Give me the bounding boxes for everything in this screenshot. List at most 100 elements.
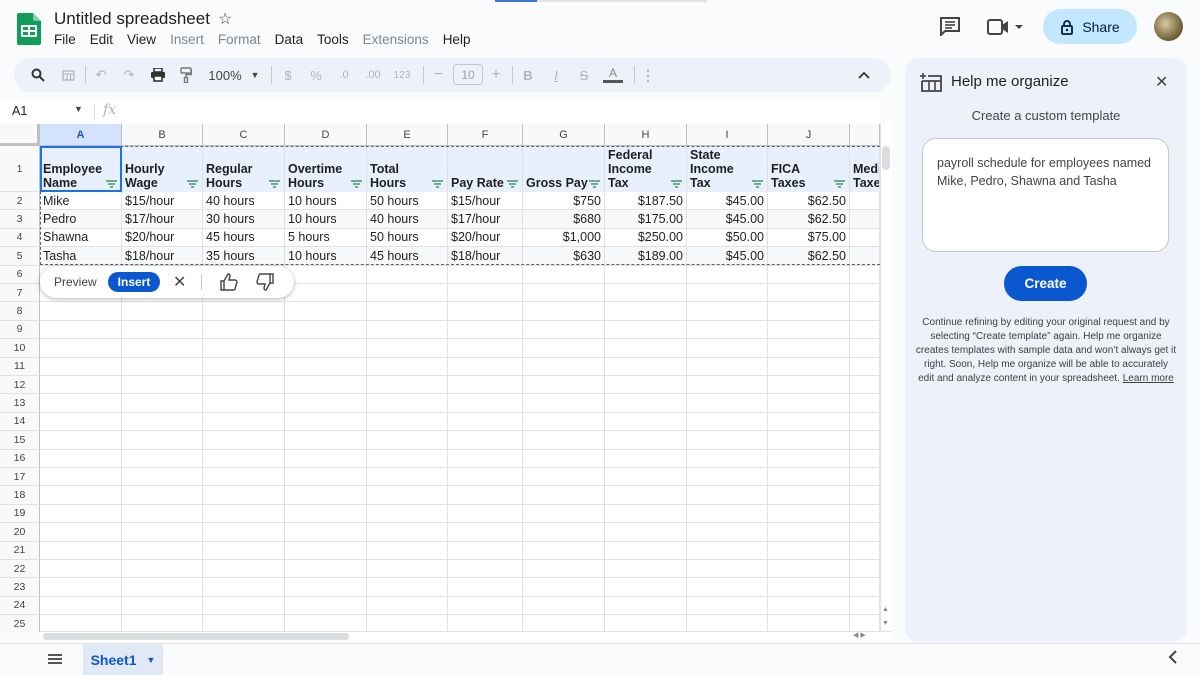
header-cell[interactable]: FICA Taxes: [768, 146, 850, 192]
empty-cell[interactable]: [285, 468, 367, 487]
empty-cell[interactable]: [203, 468, 285, 487]
table-cell[interactable]: [850, 247, 880, 266]
empty-cell[interactable]: [605, 523, 687, 542]
empty-cell[interactable]: [285, 523, 367, 542]
table-cell[interactable]: $62.50: [768, 247, 850, 266]
table-cell[interactable]: $17/hour: [122, 210, 203, 229]
empty-cell[interactable]: [687, 504, 768, 524]
empty-cell[interactable]: [768, 596, 850, 616]
insert-button[interactable]: Insert: [108, 272, 160, 292]
empty-cell[interactable]: [122, 578, 203, 597]
empty-cell[interactable]: [285, 265, 367, 284]
empty-cell[interactable]: [850, 615, 880, 632]
empty-cell[interactable]: [523, 560, 605, 579]
table-cell[interactable]: $45.00: [687, 192, 768, 211]
empty-cell[interactable]: [687, 284, 768, 303]
empty-cell[interactable]: [523, 523, 605, 542]
column-header[interactable]: E: [367, 124, 448, 146]
row-header[interactable]: 23: [0, 578, 40, 597]
empty-cell[interactable]: [448, 578, 523, 597]
empty-cell[interactable]: [850, 339, 880, 358]
header-cell[interactable]: Overtime Hours: [285, 146, 367, 192]
horizontal-scroll-thumb[interactable]: [43, 633, 349, 640]
table-cell[interactable]: Mike: [40, 192, 122, 211]
empty-cell[interactable]: [768, 320, 850, 340]
empty-cell[interactable]: [448, 339, 523, 358]
empty-cell[interactable]: [687, 541, 768, 560]
empty-cell[interactable]: [523, 468, 605, 487]
table-cell[interactable]: 40 hours: [367, 210, 448, 229]
empty-cell[interactable]: [687, 302, 768, 321]
header-cell[interactable]: Employee Name: [40, 146, 122, 192]
empty-cell[interactable]: [523, 284, 605, 303]
table-cell[interactable]: $1,000: [523, 228, 605, 248]
select-all-corner[interactable]: [0, 124, 40, 146]
header-cell[interactable]: Total Hours: [367, 146, 448, 192]
print-icon[interactable]: [148, 58, 168, 92]
table-icon[interactable]: [58, 58, 78, 92]
comment-icon[interactable]: [939, 16, 961, 36]
empty-cell[interactable]: [203, 578, 285, 597]
row-header[interactable]: 4: [0, 228, 40, 248]
empty-cell[interactable]: [768, 376, 850, 395]
empty-cell[interactable]: [523, 541, 605, 560]
empty-cell[interactable]: [768, 302, 850, 321]
empty-cell[interactable]: [687, 339, 768, 358]
empty-cell[interactable]: [122, 560, 203, 579]
empty-cell[interactable]: [850, 265, 880, 284]
empty-cell[interactable]: [203, 376, 285, 395]
close-icon[interactable]: ✕: [173, 272, 186, 292]
table-cell[interactable]: 50 hours: [367, 228, 448, 248]
column-header[interactable]: H: [605, 124, 687, 146]
empty-cell[interactable]: [687, 357, 768, 376]
menu-edit[interactable]: Edit: [90, 32, 113, 47]
empty-cell[interactable]: [687, 596, 768, 616]
row-header[interactable]: 19: [0, 504, 40, 524]
empty-cell[interactable]: [768, 265, 850, 284]
header-cell[interactable]: State Income Tax: [687, 146, 768, 192]
horizontal-scroll-arrows[interactable]: ◀ ▶: [853, 631, 866, 639]
empty-cell[interactable]: [768, 486, 850, 505]
chevron-down-icon[interactable]: ▼: [147, 655, 156, 665]
empty-cell[interactable]: [285, 596, 367, 616]
row-header[interactable]: 1: [0, 146, 40, 192]
column-header[interactable]: I: [687, 124, 768, 146]
empty-cell[interactable]: [285, 431, 367, 450]
row-header[interactable]: 3: [0, 210, 40, 229]
menu-view[interactable]: View: [127, 32, 156, 47]
empty-cell[interactable]: [523, 320, 605, 340]
empty-cell[interactable]: [687, 468, 768, 487]
empty-cell[interactable]: [367, 504, 448, 524]
increase-font-size-icon[interactable]: +: [488, 58, 504, 92]
empty-cell[interactable]: [850, 578, 880, 597]
empty-cell[interactable]: [687, 431, 768, 450]
empty-cell[interactable]: [768, 468, 850, 487]
row-header[interactable]: 13: [0, 394, 40, 413]
text-color-button[interactable]: A: [602, 58, 624, 92]
empty-cell[interactable]: [122, 431, 203, 450]
empty-cell[interactable]: [605, 284, 687, 303]
empty-cell[interactable]: [850, 412, 880, 432]
empty-cell[interactable]: [367, 486, 448, 505]
table-cell[interactable]: $189.00: [605, 247, 687, 266]
empty-cell[interactable]: [523, 504, 605, 524]
empty-cell[interactable]: [605, 394, 687, 413]
empty-cell[interactable]: [367, 578, 448, 597]
empty-cell[interactable]: [367, 596, 448, 616]
empty-cell[interactable]: [285, 394, 367, 413]
table-cell[interactable]: 50 hours: [367, 192, 448, 211]
number-format-button[interactable]: 123: [390, 58, 414, 92]
table-cell[interactable]: Tasha: [40, 247, 122, 266]
menu-file[interactable]: File: [54, 32, 76, 47]
table-cell[interactable]: $75.00: [768, 228, 850, 248]
filter-icon[interactable]: [752, 180, 763, 188]
empty-cell[interactable]: [40, 431, 122, 450]
paint-format-icon[interactable]: [176, 58, 196, 92]
empty-cell[interactable]: [122, 596, 203, 616]
empty-cell[interactable]: [850, 449, 880, 468]
filter-icon[interactable]: [834, 180, 845, 188]
empty-cell[interactable]: [850, 284, 880, 303]
empty-cell[interactable]: [40, 596, 122, 616]
empty-cell[interactable]: [40, 504, 122, 524]
menu-extensions[interactable]: Extensions: [363, 32, 429, 47]
